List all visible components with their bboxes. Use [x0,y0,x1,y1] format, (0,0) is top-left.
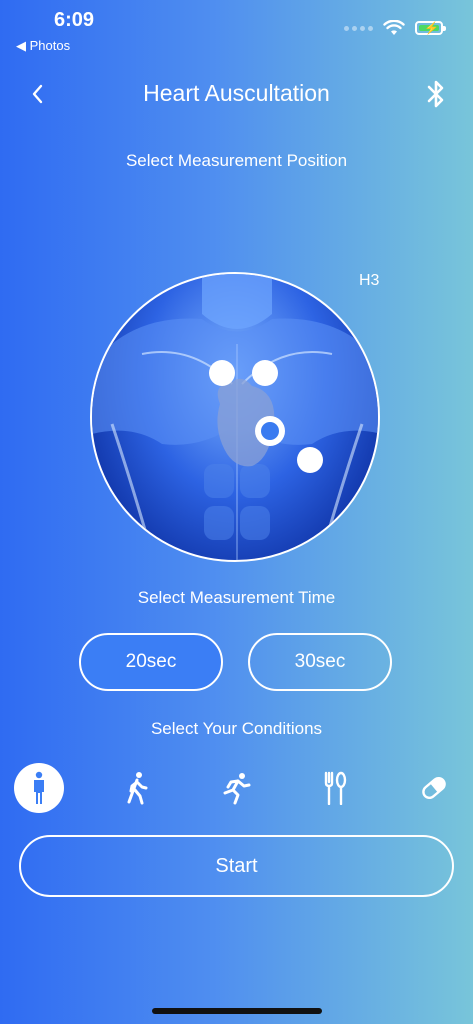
auscultation-point-h1[interactable] [209,360,235,386]
cellular-signal-icon [344,25,373,31]
time-option-20sec[interactable]: 20sec [79,633,223,691]
time-option-30sec[interactable]: 30sec [248,633,392,691]
pill-icon [422,776,446,800]
chest-diagram [90,272,380,562]
auscultation-point-h3[interactable] [255,416,285,446]
selected-point-indicator [261,422,279,440]
battery-icon: ⚡ [415,21,446,35]
page-title: Heart Auscultation [143,80,330,106]
fork-spoon-icon [324,771,347,805]
condition-medication-button[interactable] [409,763,459,813]
conditions-label: Select Your Conditions [150,719,323,738]
status-time: 6:09 [54,9,95,31]
auscultation-point-h4[interactable] [297,447,323,473]
back-to-photos-link[interactable]: ◀ Photos [16,38,70,54]
condition-walking-button[interactable] [112,763,162,813]
condition-running-button[interactable] [211,763,261,813]
condition-standing-button[interactable] [14,763,64,813]
running-person-icon [223,773,251,805]
chest-anatomy-illustration [92,274,378,560]
wifi-icon [383,20,405,35]
auscultation-point-h2[interactable] [252,360,278,386]
start-button[interactable]: Start [19,835,454,897]
status-icons: ⚡ [344,20,446,36]
walking-person-icon [127,772,148,805]
position-label: Select Measurement Position [125,151,348,170]
bluetooth-icon[interactable] [425,78,447,110]
condition-eating-button[interactable] [310,763,360,813]
selected-point-label: H3 [359,272,380,289]
time-label: Select Measurement Time [137,588,336,607]
standing-person-icon [34,771,44,804]
home-indicator[interactable] [152,1008,322,1014]
